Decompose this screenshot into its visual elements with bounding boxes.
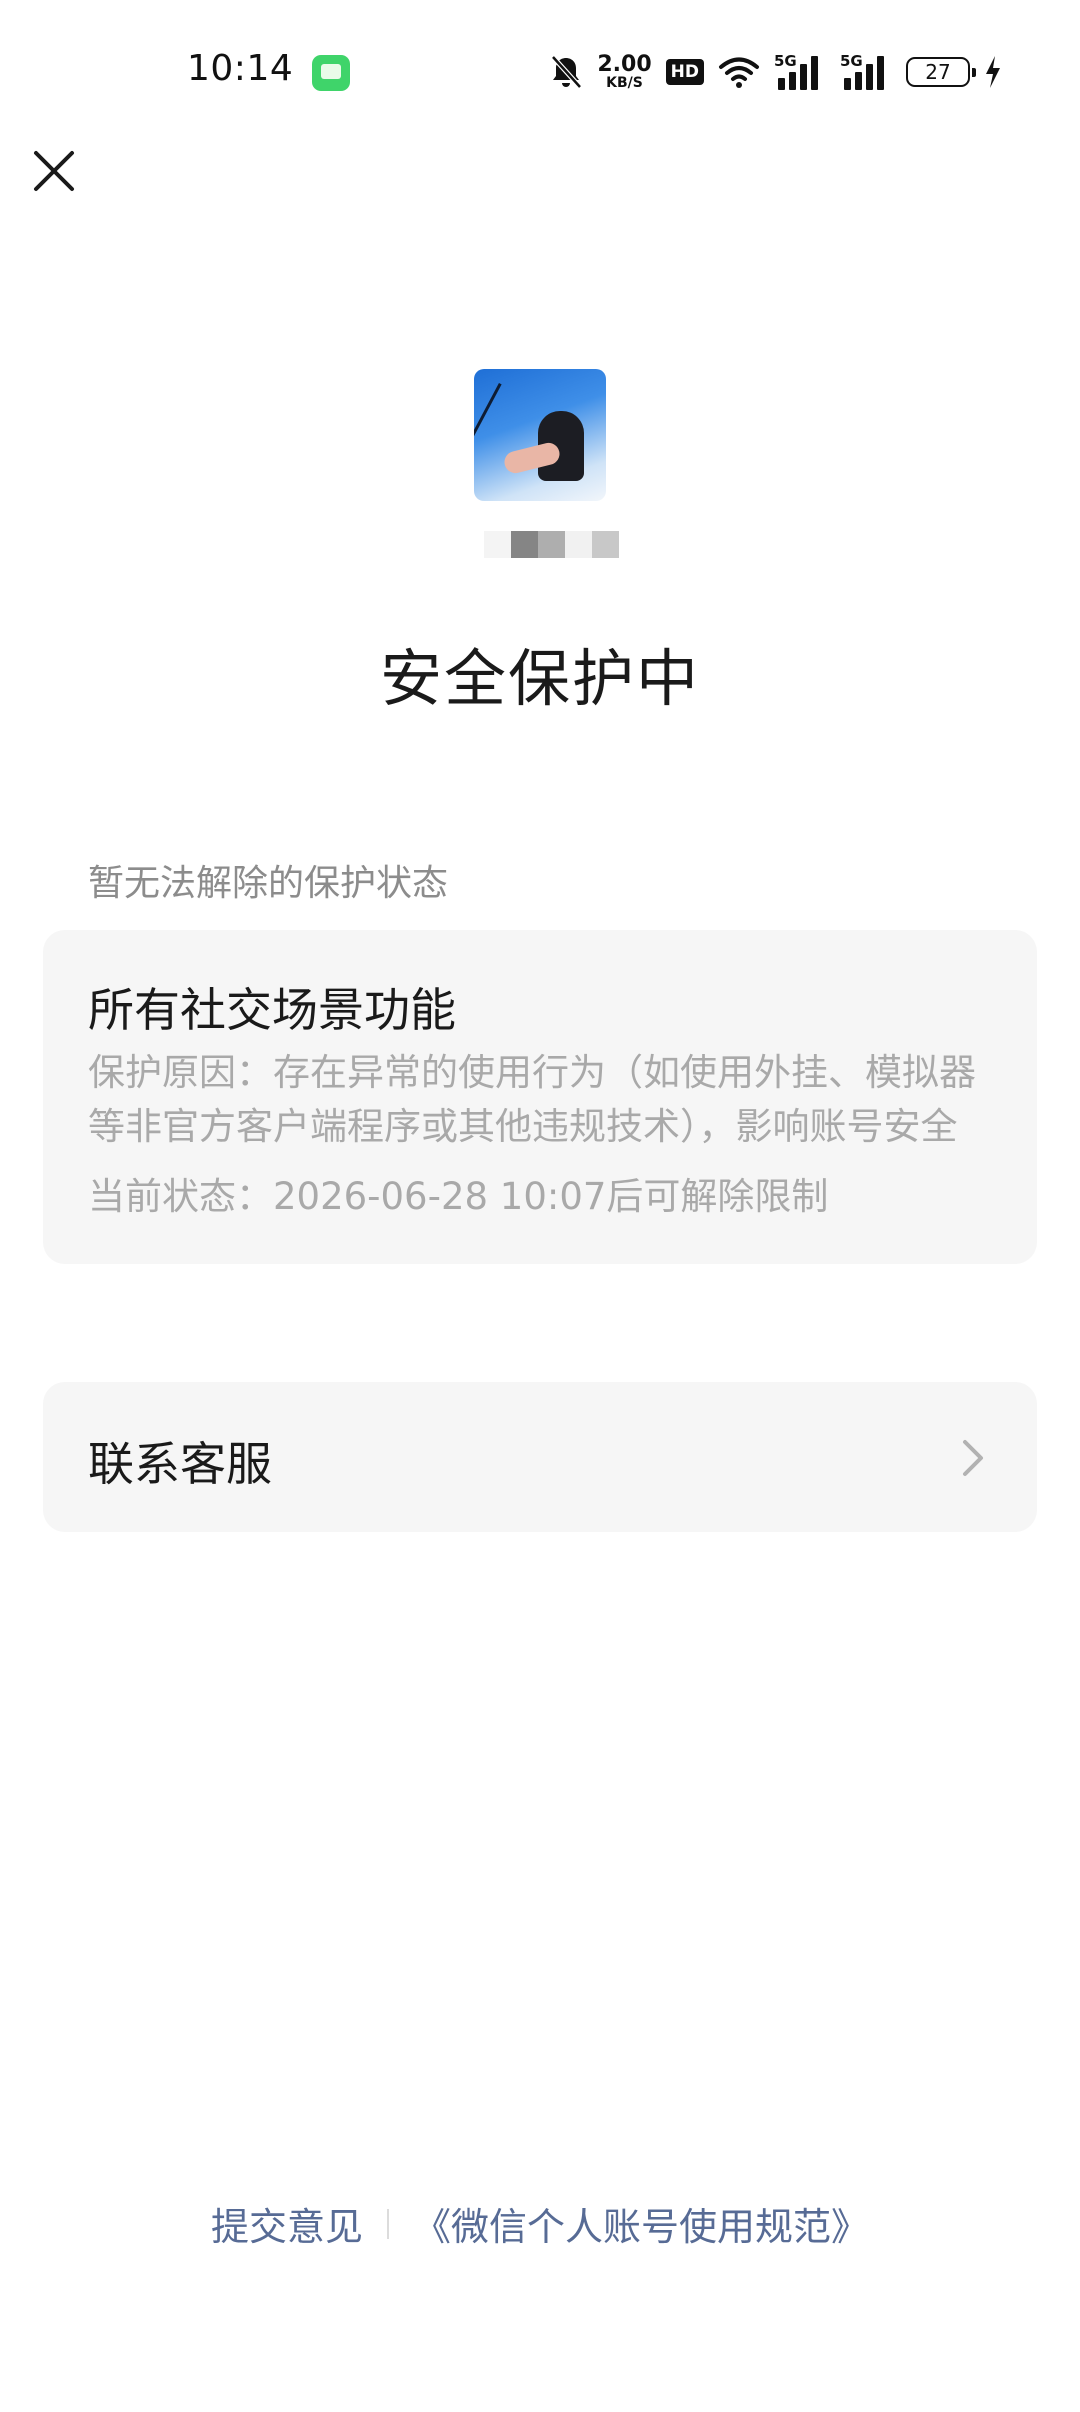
policy-link[interactable]: 《微信个人账号使用规范》 bbox=[413, 2196, 869, 2251]
sim1-network-label: 5G bbox=[774, 52, 797, 70]
protection-reason: 保护原因：存在异常的使用行为（如使用外挂、模拟器等非官方客户端程序或其他违规技术… bbox=[88, 1051, 976, 1148]
messages-app-icon bbox=[312, 55, 350, 91]
footer-links: 提交意见 《微信个人账号使用规范》 bbox=[0, 2196, 1080, 2251]
status-time: 10:14 bbox=[187, 48, 294, 89]
battery-level: 27 bbox=[925, 60, 951, 84]
safety-protection-page: 10:14 2.00 KB/S HD 5G 5G 27 安全保护中 暂无法解除的… bbox=[0, 0, 1080, 2412]
network-speed-unit: KB/S bbox=[606, 75, 643, 91]
protection-card: 所有社交场景功能 保护原因：存在异常的使用行为（如使用外挂、模拟器等非官方客户端… bbox=[43, 930, 1037, 1264]
status-bar: 10:14 2.00 KB/S HD 5G 5G 27 bbox=[0, 0, 1080, 140]
close-icon bbox=[34, 151, 74, 191]
close-button[interactable] bbox=[28, 145, 80, 197]
signal-sim1-icon: 5G bbox=[774, 52, 826, 92]
protection-status: 当前状态：2026-06-28 10:07后可解除限制 bbox=[88, 1175, 829, 1218]
feedback-link[interactable]: 提交意见 bbox=[211, 2196, 363, 2251]
hd-voice-badge: HD bbox=[665, 59, 704, 85]
signal-sim2-icon: 5G bbox=[840, 52, 892, 92]
footer-divider bbox=[387, 2208, 389, 2239]
contact-support-button[interactable]: 联系客服 bbox=[43, 1382, 1037, 1532]
network-speed: 2.00 KB/S bbox=[597, 52, 652, 91]
network-speed-value: 2.00 bbox=[597, 52, 652, 77]
status-icons: 2.00 KB/S HD 5G 5G 27 bbox=[549, 50, 1002, 94]
contact-support-label: 联系客服 bbox=[88, 1437, 272, 1491]
protection-item-title: 所有社交场景功能 bbox=[88, 983, 456, 1037]
battery-icon: 27 bbox=[906, 57, 976, 87]
chevron-right-icon bbox=[963, 1440, 983, 1476]
avatar bbox=[474, 369, 606, 501]
charging-bolt-icon bbox=[986, 56, 1000, 88]
section-label: 暂无法解除的保护状态 bbox=[88, 863, 449, 904]
mute-bell-icon bbox=[551, 55, 583, 89]
wifi-icon bbox=[719, 57, 759, 88]
nickname-mosaic bbox=[484, 531, 619, 558]
sim2-network-label: 5G bbox=[840, 52, 863, 70]
page-title: 安全保护中 bbox=[379, 642, 700, 715]
